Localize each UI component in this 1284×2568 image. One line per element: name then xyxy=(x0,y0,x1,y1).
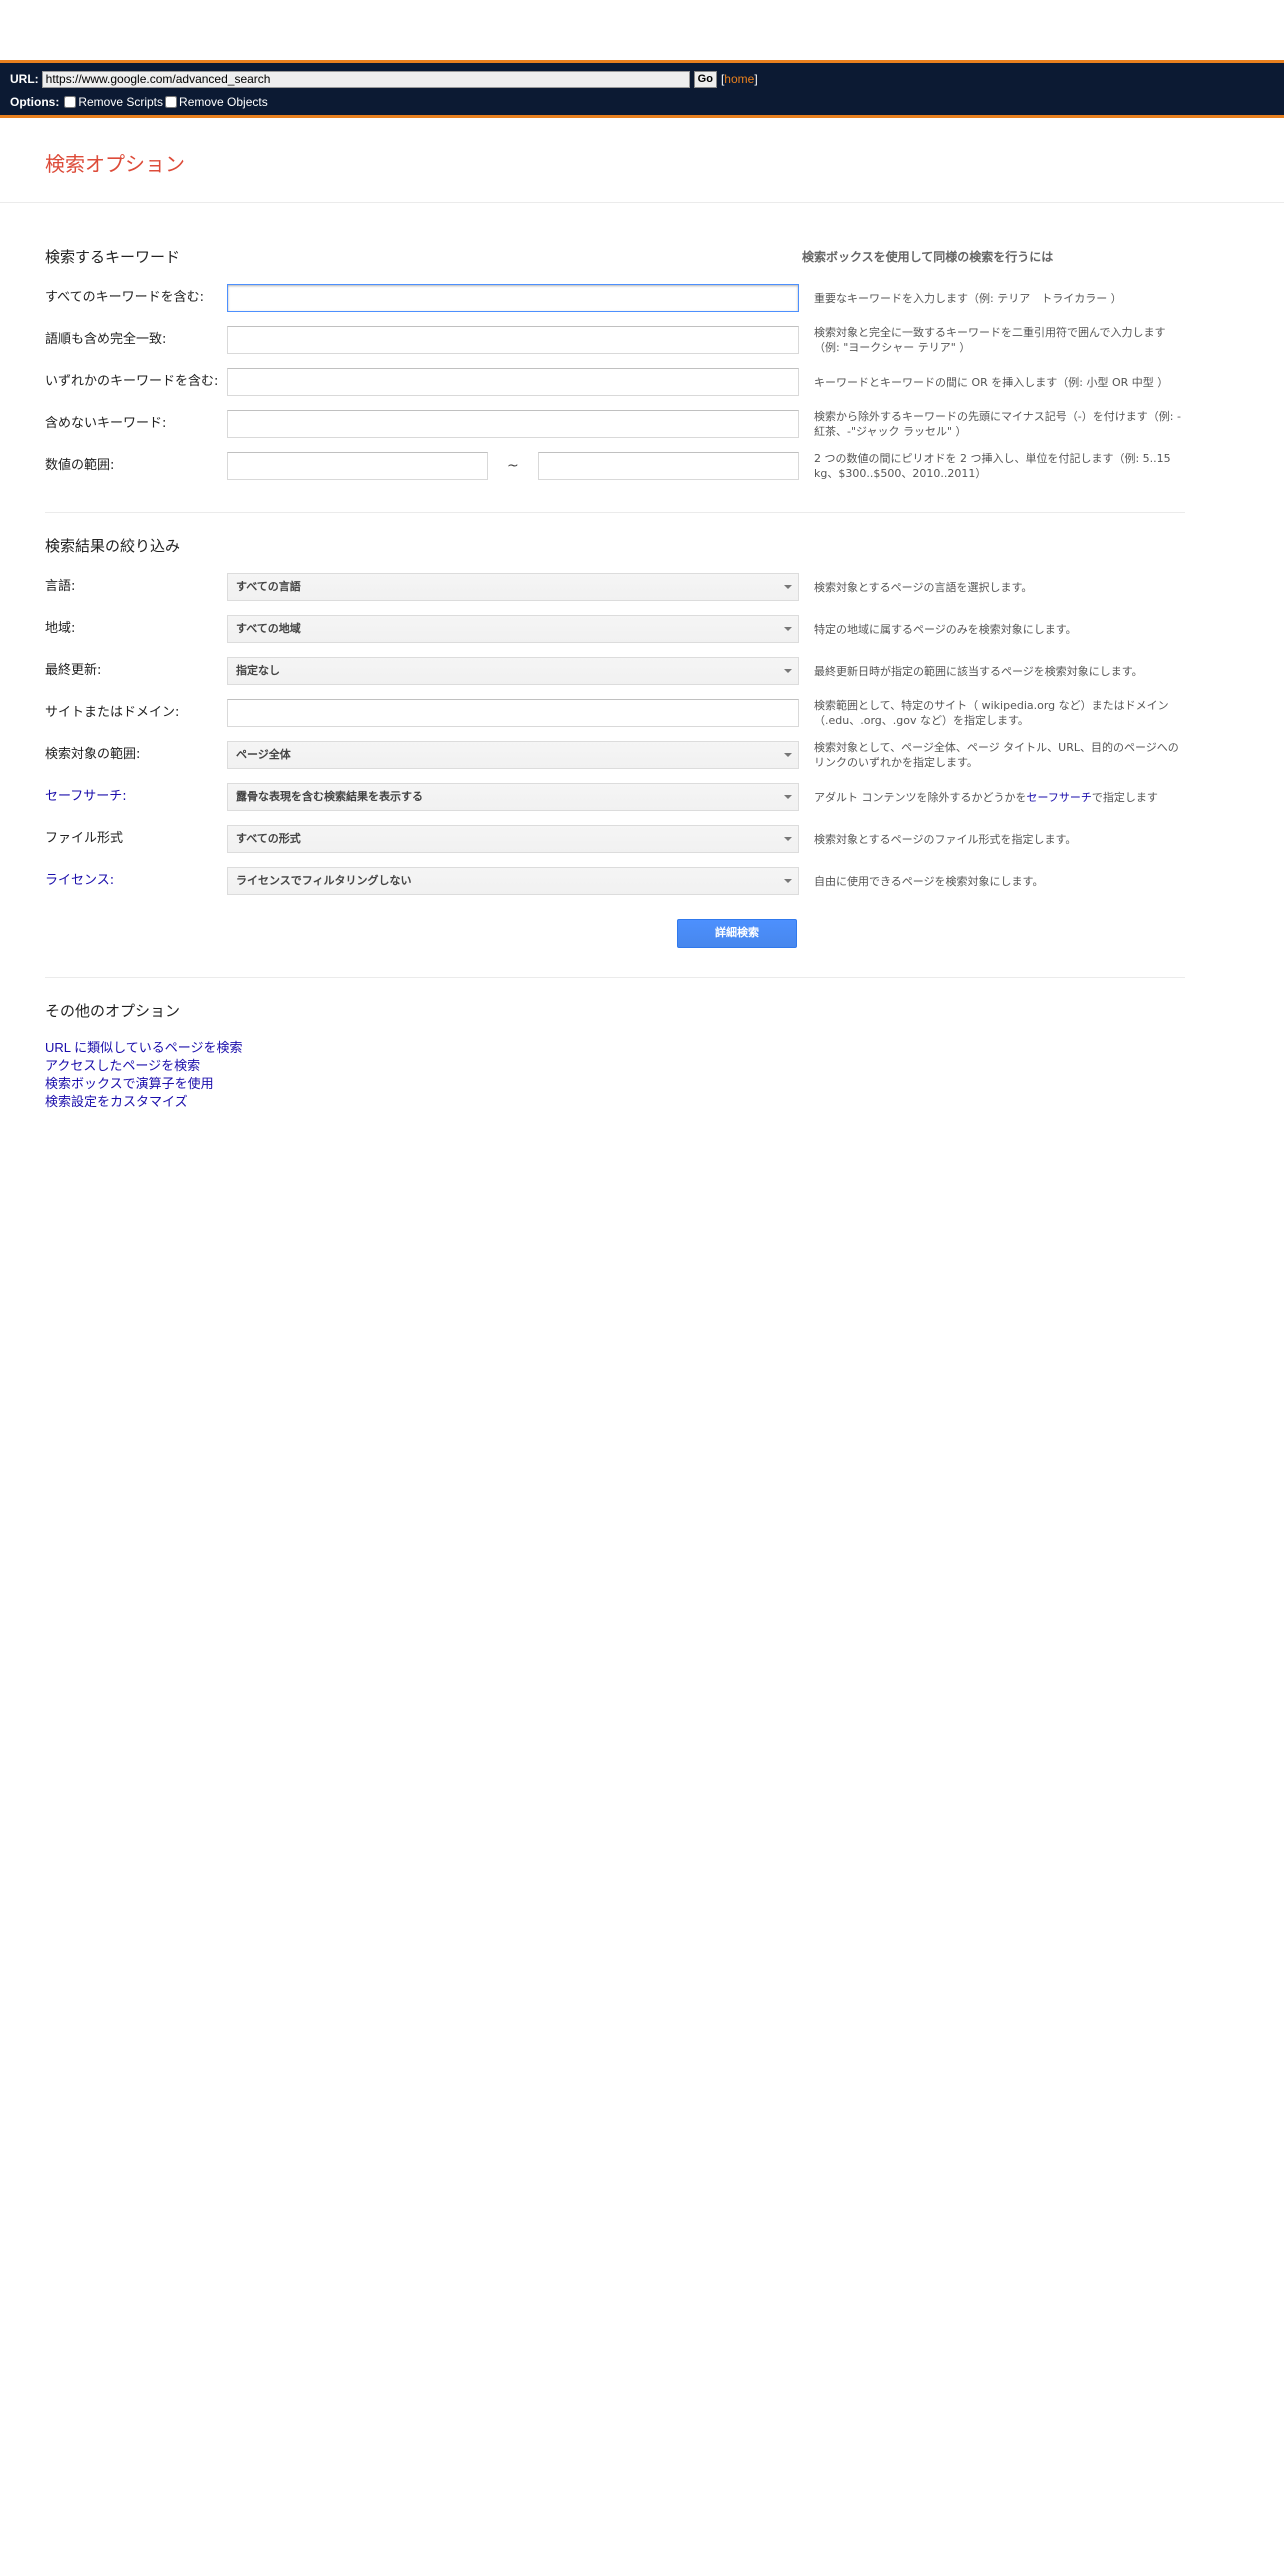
proxy-options-row: Options: Remove Scripts Remove Objects xyxy=(10,93,268,111)
site-label: サイトまたはドメイン: xyxy=(45,705,180,720)
proxy-go-button[interactable]: Go xyxy=(693,70,717,88)
chevron-down-icon xyxy=(784,627,792,631)
keywords-help-header: 検索ボックスを使用して同様の検索を行うには xyxy=(802,250,1054,264)
chevron-down-icon xyxy=(784,837,792,841)
any-words-input[interactable] xyxy=(227,368,799,396)
proxy-options-label: Options: xyxy=(10,95,60,109)
range-separator: ~ xyxy=(507,458,519,474)
safesearch-select[interactable]: 露骨な表現を含む検索結果を表示する xyxy=(227,783,799,811)
safesearch-help: アダルト コンテンツを除外するかどうかをセーフサーチで指定します xyxy=(814,790,1184,805)
visited-pages-link[interactable]: アクセスしたページを検索 xyxy=(45,1055,200,1074)
language-select[interactable]: すべての言語 xyxy=(227,573,799,601)
keywords-section-title: 検索するキーワード xyxy=(45,248,181,266)
safesearch-help-link[interactable]: セーフサーチ xyxy=(1027,791,1092,804)
terms-appearing-help: 検索対象として、ページ全体、ページ タイトル、URL、目的のページへのリンクのい… xyxy=(814,741,1179,769)
safesearch-help-post: で指定します xyxy=(1091,791,1158,804)
terms-appearing-select[interactable]: ページ全体 xyxy=(227,741,799,769)
remove-objects-label: Remove Objects xyxy=(179,95,268,109)
remove-scripts-checkbox[interactable] xyxy=(64,96,77,108)
safesearch-select-value: 露骨な表現を含む検索結果を表示する xyxy=(236,790,423,803)
site-input[interactable] xyxy=(227,699,799,727)
region-help: 特定の地域に属するページのみを検索対象にします。 xyxy=(814,623,1077,636)
search-operators-link[interactable]: 検索ボックスで演算子を使用 xyxy=(45,1073,214,1092)
language-label: 言語: xyxy=(45,579,76,594)
range-to-input[interactable] xyxy=(538,452,799,480)
all-words-help: 重要なキーワードを入力します（例: テリア トライカラー ） xyxy=(814,292,1122,305)
remove-objects-checkbox[interactable] xyxy=(165,96,178,108)
none-words-input[interactable] xyxy=(227,410,799,438)
terms-appearing-select-value: ページ全体 xyxy=(236,748,291,761)
proxy-url-row: URL: Go [home] xyxy=(10,70,758,88)
language-help: 検索対象とするページの言語を選択します。 xyxy=(814,581,1033,594)
proxy-url-label: URL: xyxy=(10,72,39,86)
safesearch-label[interactable]: セーフサーチ: xyxy=(45,783,127,811)
all-words-input[interactable] xyxy=(227,284,799,312)
narrow-section-title: 検索結果の絞り込み xyxy=(45,537,181,555)
range-from-input[interactable] xyxy=(227,452,488,480)
last-update-help: 最終更新日時が指定の範囲に該当するページを検索対象にします。 xyxy=(814,665,1143,678)
range-label: 数値の範囲: xyxy=(45,458,115,473)
title-area: 検索オプション xyxy=(0,118,1284,203)
license-select-value: ライセンスでフィルタリングしない xyxy=(236,874,412,887)
file-type-select[interactable]: すべての形式 xyxy=(227,825,799,853)
similar-pages-link[interactable]: URL に類似しているページを検索 xyxy=(45,1037,243,1056)
site-help: 検索範囲として、特定のサイト（ wikipedia.org など）またはドメイン… xyxy=(814,699,1169,727)
safesearch-help-pre: アダルト コンテンツを除外するかどうかを xyxy=(814,791,1027,804)
proxy-url-input[interactable] xyxy=(41,70,690,88)
page-title: 検索オプション xyxy=(45,152,185,176)
region-label: 地域: xyxy=(45,621,76,636)
proxy-home-link[interactable]: home xyxy=(724,72,754,86)
chevron-down-icon xyxy=(784,879,792,883)
chevron-down-icon xyxy=(784,669,792,673)
customize-settings-link[interactable]: 検索設定をカスタマイズ xyxy=(45,1091,188,1110)
file-type-select-value: すべての形式 xyxy=(236,832,301,845)
license-select[interactable]: ライセンスでフィルタリングしない xyxy=(227,867,799,895)
license-help: 自由に使用できるページを検索対象にします。 xyxy=(814,875,1044,888)
license-label[interactable]: ライセンス: xyxy=(45,867,114,895)
section-divider-1 xyxy=(45,512,1185,513)
other-options-title: その他のオプション xyxy=(45,1002,181,1020)
proxy-bracket-close: ] xyxy=(754,72,758,86)
region-select[interactable]: すべての地域 xyxy=(227,615,799,643)
remove-scripts-label: Remove Scripts xyxy=(78,95,164,109)
range-help: 2 つの数値の間にピリオドを 2 つ挿入し、単位を付記します（例: 5..15 … xyxy=(814,452,1171,480)
file-type-help: 検索対象とするページのファイル形式を指定します。 xyxy=(814,833,1077,846)
proxy-bar: URL: Go [home] Options: Remove Scripts R… xyxy=(0,60,1284,118)
chevron-down-icon xyxy=(784,795,792,799)
section-divider-2 xyxy=(45,977,1185,978)
last-update-select-value: 指定なし xyxy=(236,664,280,677)
file-type-label: ファイル形式 xyxy=(45,831,124,846)
language-select-value: すべての言語 xyxy=(236,580,301,593)
exact-phrase-help: 検索対象と完全に一致するキーワードを二重引用符で囲んで入力します（例: "ヨーク… xyxy=(814,326,1166,354)
any-words-help: キーワードとキーワードの間に OR を挿入します（例: 小型 OR 中型 ） xyxy=(814,376,1169,389)
advanced-search-button[interactable]: 詳細検索 xyxy=(677,919,797,948)
terms-appearing-label: 検索対象の範囲: xyxy=(45,747,141,762)
exact-phrase-input[interactable] xyxy=(227,326,799,354)
last-update-select[interactable]: 指定なし xyxy=(227,657,799,685)
chevron-down-icon xyxy=(784,753,792,757)
all-words-label: すべてのキーワードを含む: xyxy=(45,290,204,305)
any-words-label: いずれかのキーワードを含む: xyxy=(45,374,219,389)
region-select-value: すべての地域 xyxy=(236,622,301,635)
chevron-down-icon xyxy=(784,585,792,589)
none-words-label: 含めないキーワード: xyxy=(45,416,167,431)
none-words-help: 検索から除外するキーワードの先頭にマイナス記号（-）を付けます（例: -紅茶、-… xyxy=(814,410,1181,438)
exact-phrase-label: 語順も含め完全一致: xyxy=(45,332,167,347)
last-update-label: 最終更新: xyxy=(45,663,102,678)
